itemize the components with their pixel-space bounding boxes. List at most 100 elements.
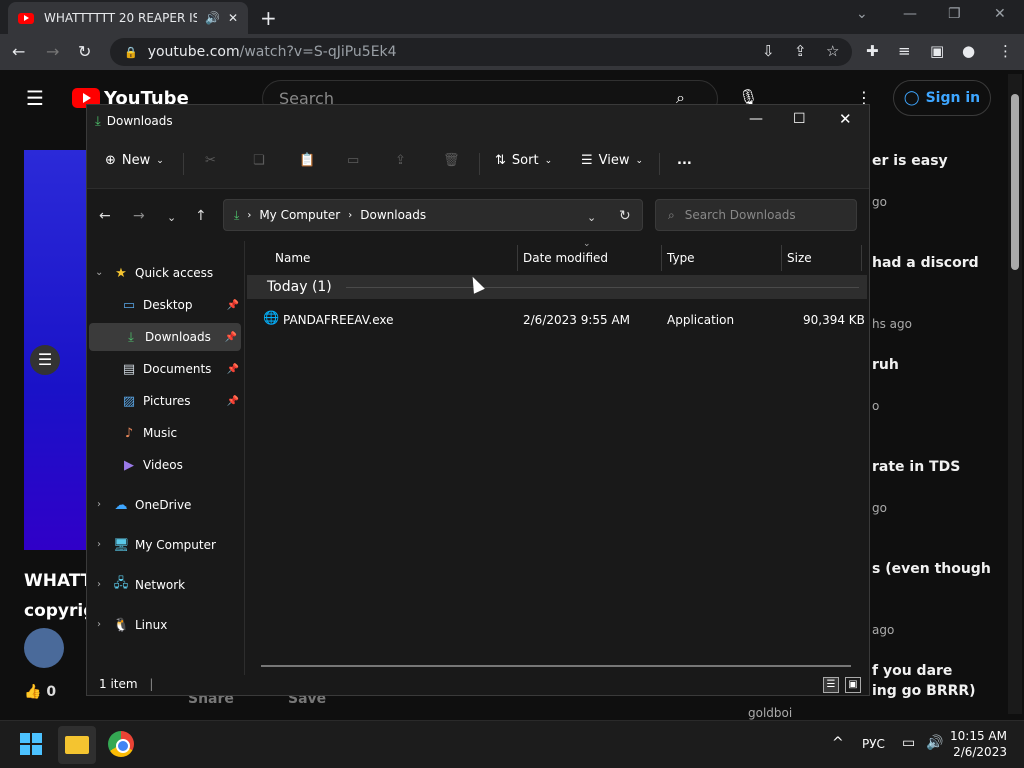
channel-avatar[interactable] [24,628,64,668]
sort-button[interactable]: ⇅ Sort ⌄ [495,153,552,168]
menu-kebab-icon[interactable]: ⋮ [998,42,1013,60]
forward-icon[interactable]: → [133,208,145,224]
player-menu-icon[interactable]: ☰ [30,345,60,375]
new-tab-button[interactable]: + [260,6,277,30]
page-scrollbar[interactable] [1008,74,1022,714]
browser-tab[interactable]: WHATTTTTT 20 REAPER IS A 🔊 ✕ [8,2,248,34]
view-button[interactable]: ☰ View ⌄ [581,153,643,168]
tray-chevron-up-icon[interactable]: ^ [832,735,844,751]
delete-icon[interactable]: 🗑 [443,153,460,168]
nav-linux[interactable]: › 🐧 Linux [87,611,243,639]
column-divider[interactable] [781,245,782,271]
nav-videos[interactable]: ▶ Videos [87,451,243,479]
related-title-5[interactable]: s (even though [872,561,991,577]
breadcrumb-separator: › [348,209,353,221]
network-icon[interactable]: ▭ [902,735,915,751]
view-label: View [598,153,630,168]
pin-icon[interactable]: 📌 [227,300,239,311]
pin-icon[interactable]: 📌 [227,364,239,375]
cut-icon[interactable]: ✂ [205,153,216,168]
column-divider[interactable] [861,245,862,271]
search-downloads-input[interactable]: ⌕ Search Downloads [655,199,857,231]
scrollbar-thumb[interactable] [1011,94,1019,270]
related-title-6[interactable]: f you dare [872,663,952,679]
breadcrumb-downloads[interactable]: Downloads [360,208,426,222]
window-title: Downloads [106,114,173,128]
pin-icon[interactable]: 📌 [225,332,237,343]
recent-locations-icon[interactable]: ⌄ [167,211,176,224]
nav-my-computer[interactable]: › 🖥 My Computer [87,531,243,559]
tab-search-icon[interactable]: ⌄ [856,6,868,22]
horizontal-scrollbar[interactable] [261,665,851,667]
back-icon[interactable]: ← [12,42,25,61]
column-type[interactable]: Type [667,251,695,265]
media-icon[interactable]: ≡ [898,42,911,60]
related-title-4[interactable]: rate in TDS [872,459,960,475]
related-title-1[interactable]: er is easy [872,153,948,169]
column-divider[interactable] [517,245,518,271]
bookmark-star-icon[interactable]: ☆ [826,42,839,60]
taskbar-file-explorer-icon[interactable] [58,726,96,764]
file-name[interactable]: PANDAFREEAV.exe [283,313,394,327]
address-bar[interactable]: 🔒 youtube.com/watch?v=S-qJiPu5Ek4 [110,38,852,66]
input-language[interactable]: РУС [862,737,885,751]
close-button[interactable]: ✕ [839,110,852,128]
start-windows-icon[interactable] [20,733,42,755]
signin-button[interactable]: ◯ Sign in [893,80,991,116]
maximize-button[interactable]: ☐ [793,111,806,127]
nav-network[interactable]: › 🖧 Network [87,571,243,599]
refresh-icon[interactable]: ↻ [619,208,631,224]
linux-penguin-icon: 🐧 [113,617,130,633]
related-title-2[interactable]: had a discord [872,255,979,271]
back-icon[interactable]: ← [99,208,111,224]
details-view-icon[interactable]: ☰ [823,677,839,693]
nav-desktop[interactable]: ▭ Desktop 📌 [87,291,243,319]
column-name[interactable]: Name [275,251,310,265]
related-title-3[interactable]: ruh [872,357,899,373]
hamburger-icon[interactable]: ☰ [26,86,44,110]
extensions-icon[interactable]: ✚ [866,42,879,60]
audio-icon[interactable]: 🔊 [205,11,220,25]
volume-icon[interactable]: 🔊 [926,735,943,751]
minimize-browser-button[interactable]: — [903,6,917,22]
restore-browser-button[interactable]: ❐ [948,6,961,22]
nav-onedrive[interactable]: › ☁ OneDrive [87,491,243,519]
group-header-today[interactable]: Today (1) [247,275,867,299]
profile-icon[interactable]: ● [962,42,975,60]
more-options-button[interactable]: ... [677,153,692,168]
nav-music[interactable]: ♪ Music [87,419,243,447]
up-icon[interactable]: ↑ [195,208,207,224]
taskbar-chrome-icon[interactable] [108,731,134,757]
column-date-modified[interactable]: Date modified [523,251,608,265]
nav-downloads[interactable]: ⤓ Downloads 📌 [89,323,241,351]
sidepanel-icon[interactable]: ▣ [930,42,944,60]
forward-icon[interactable]: → [46,42,59,61]
minimize-button[interactable]: — [749,111,763,127]
pin-icon[interactable]: 📌 [227,396,239,407]
nav-quick-access[interactable]: ⌄ ★ Quick access [87,259,243,287]
view-icon: ☰ [581,153,593,168]
close-browser-button[interactable]: ✕ [994,6,1006,22]
share-icon[interactable]: ⇪ [794,42,807,60]
like-button[interactable]: 👍 0 [24,684,56,716]
tiles-view-icon[interactable]: ▣ [845,677,861,693]
copy-icon[interactable]: ❏ [253,153,265,168]
address-dropdown-icon[interactable]: ⌄ [587,211,596,224]
install-icon[interactable]: ⇩ [762,42,775,60]
clock[interactable]: 10:15 AM 2/6/2023 [950,728,1007,760]
nav-pictures[interactable]: ▨ Pictures 📌 [87,387,243,415]
share-icon[interactable]: ⇪ [395,153,406,168]
breadcrumb-my-computer[interactable]: My Computer [259,208,340,222]
item-count: 1 item [99,677,138,691]
nav-documents[interactable]: ▤ Documents 📌 [87,355,243,383]
rename-icon[interactable]: ▭ [347,153,359,168]
address-breadcrumb[interactable]: ⤓ › My Computer › Downloads [223,199,643,231]
nav-label: Network [135,578,186,592]
column-size[interactable]: Size [787,251,812,265]
video-title-line2: copyrig [24,601,96,621]
paste-icon[interactable]: 📋 [299,153,315,168]
close-tab-icon[interactable]: ✕ [228,11,238,25]
column-divider[interactable] [661,245,662,271]
new-button[interactable]: ⊕ New ⌄ [105,153,164,168]
reload-icon[interactable]: ↻ [78,42,91,61]
